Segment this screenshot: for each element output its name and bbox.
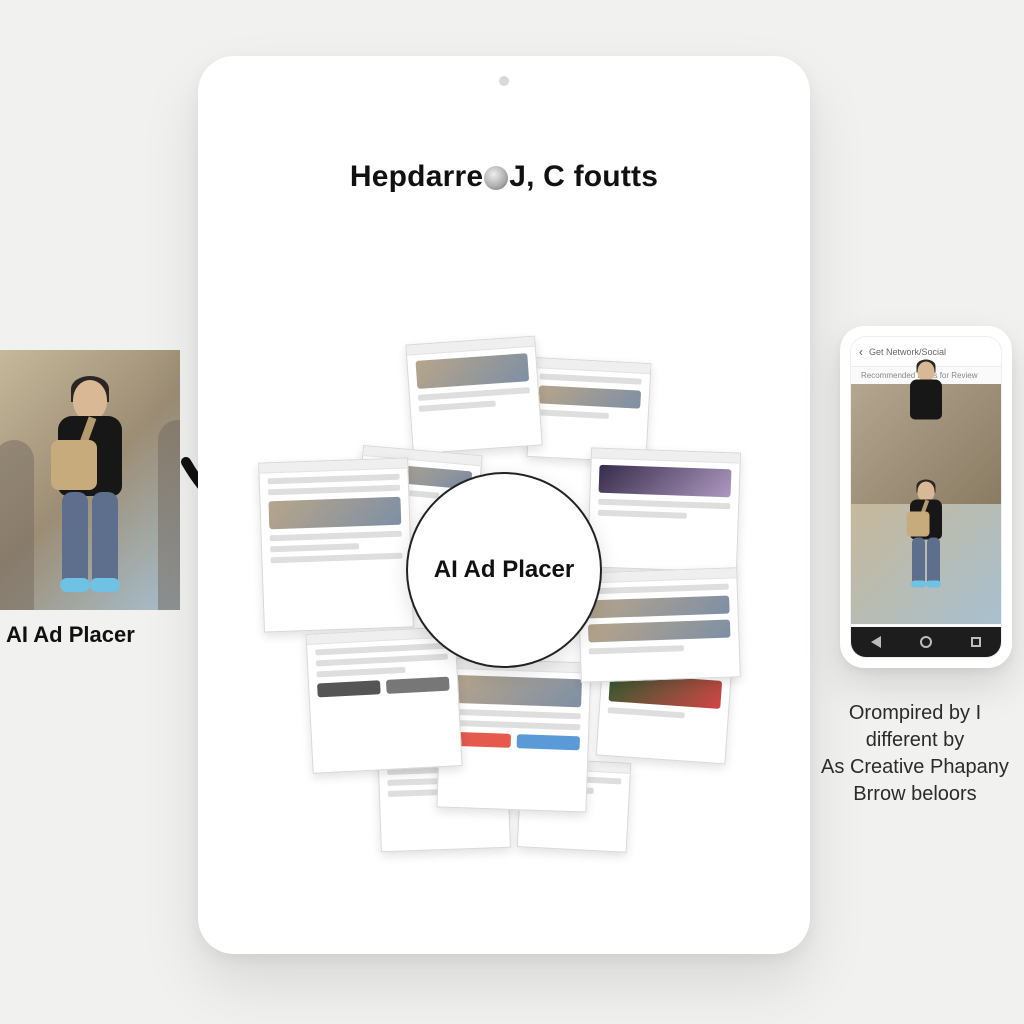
phone-screen: ‹ Get Network/Social Recommended Posts f… (850, 336, 1002, 658)
center-label: AI Ad Placer (434, 556, 575, 584)
phone-feed-image-2 (851, 504, 1001, 624)
center-circle: AI Ad Placer (406, 472, 602, 668)
heading-right: J, C foutts (509, 160, 658, 193)
tablet-heading: Hepdarre J, C foutts (224, 160, 784, 194)
tablet-camera-icon (499, 76, 509, 86)
source-label: AI Ad Placer (0, 622, 180, 648)
webpage-collage: AI Ad Placer (269, 360, 739, 830)
chevron-left-icon: ‹ (859, 345, 863, 359)
source-block: AI Ad Placer (0, 350, 180, 648)
globe-icon (484, 166, 508, 190)
caption-line: Brrow beloors (810, 781, 1020, 808)
phone-topbar-text: Get Network/Social (869, 347, 946, 357)
caption-line: As Creative Phapany (810, 754, 1020, 781)
phone-caption: Orompired by I different by As Creative … (810, 700, 1020, 808)
nav-back-icon[interactable] (871, 636, 881, 648)
nav-recent-icon[interactable] (971, 637, 981, 647)
tablet-screen: Hepdarre J, C foutts AI Ad Placer (224, 100, 784, 924)
caption-line: Orompired by I (810, 700, 1020, 727)
heading-left: Hepdarre (350, 160, 483, 193)
source-photo (0, 350, 180, 610)
phone-device: ‹ Get Network/Social Recommended Posts f… (840, 326, 1012, 668)
caption-line: different by (810, 727, 1020, 754)
tablet-device: Hepdarre J, C foutts AI Ad Placer (198, 56, 810, 954)
phone-nav-bar (851, 627, 1001, 657)
nav-home-icon[interactable] (920, 636, 932, 648)
